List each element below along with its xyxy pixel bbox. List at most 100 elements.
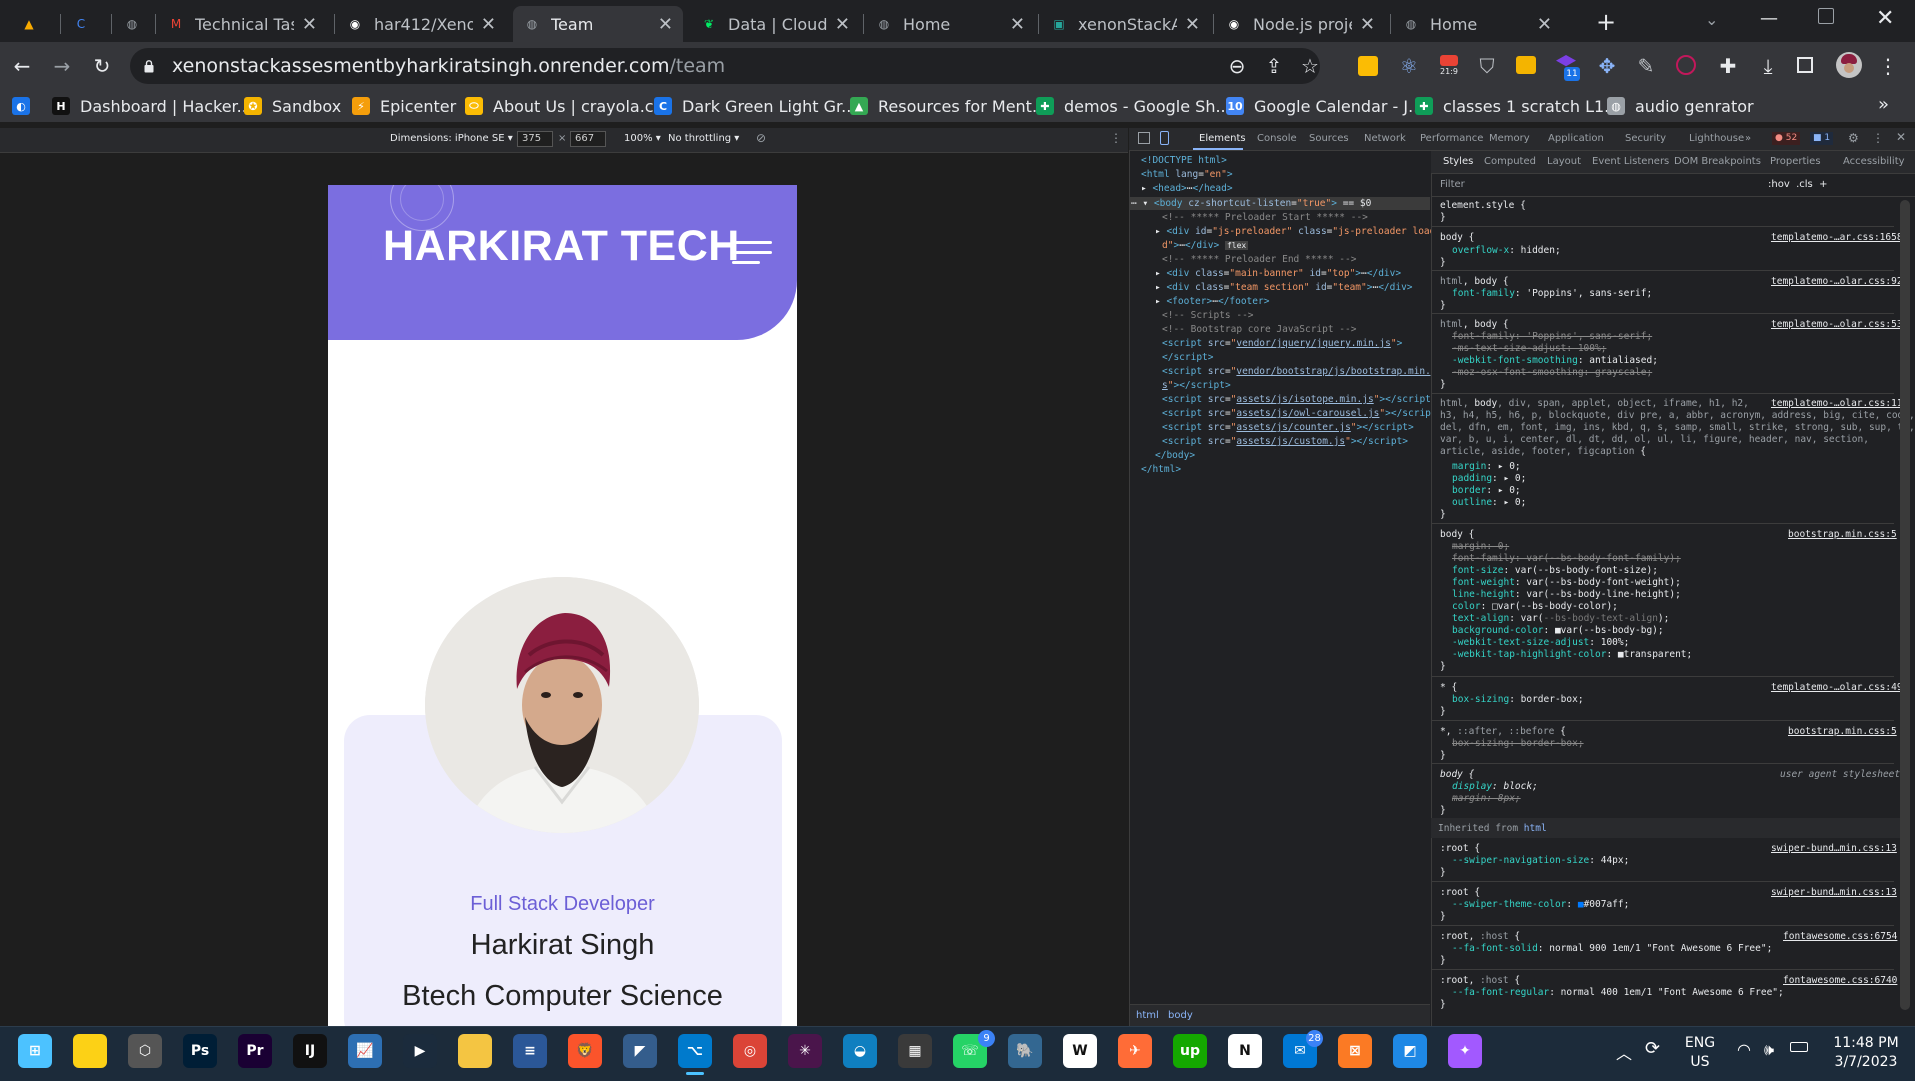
browser-tab[interactable]: C	[62, 6, 106, 42]
tab-close-icon[interactable]: ✕	[302, 14, 317, 35]
style-decl[interactable]: margin: 8px;	[1452, 793, 1521, 805]
style-decl[interactable]: outline: ▸ 0;	[1452, 497, 1526, 509]
wifi-icon[interactable]: ◠	[1737, 1040, 1751, 1059]
devtools-tab[interactable]: Sources	[1309, 133, 1349, 144]
style-decl[interactable]: box-sizing: border-box;	[1452, 738, 1584, 750]
extension-folder-icon[interactable]	[1516, 56, 1536, 74]
dom-line[interactable]: <!-- ***** Preloader Start ***** -->	[1162, 212, 1368, 224]
styles-scrollbar[interactable]	[1900, 200, 1910, 1010]
style-rule[interactable]: :root, :host {	[1440, 975, 1520, 987]
browser-tab[interactable]: ◍ Home ✕	[865, 6, 1035, 42]
zoom-select[interactable]: 100% ▾	[624, 133, 661, 144]
devtools-tab[interactable]: Application	[1548, 133, 1604, 144]
app-hexagon-icon[interactable]: ⬡	[128, 1034, 162, 1068]
style-decl[interactable]: -webkit-tap-highlight-color: ■transparen…	[1452, 649, 1692, 661]
style-decl[interactable]: border: ▸ 0;	[1452, 485, 1521, 497]
profile-avatar[interactable]	[1836, 52, 1862, 78]
extension-dropbox-icon[interactable]: ✥	[1595, 54, 1619, 78]
browser-tab[interactable]: ◍ Home ✕	[1392, 6, 1562, 42]
browser-tab[interactable]: ◉ har412/XenonS ✕	[336, 6, 506, 42]
error-counter[interactable]: ● 52	[1772, 132, 1801, 145]
figma-icon[interactable]: ✦	[1448, 1034, 1482, 1068]
tab-close-icon[interactable]: ✕	[1360, 14, 1375, 35]
extension-notes-icon[interactable]	[1358, 56, 1378, 76]
style-decl[interactable]: --fa-font-solid: normal 900 1em/1 "Font …	[1452, 943, 1772, 955]
style-rule[interactable]: html, body, div, span, applet, object, i…	[1440, 398, 1749, 410]
notion-icon[interactable]: N	[1228, 1034, 1262, 1068]
close-window-button[interactable]: ✕	[1876, 6, 1894, 31]
styles-subtab[interactable]: Styles	[1443, 156, 1473, 167]
dom-line[interactable]: s"></script>	[1162, 380, 1231, 392]
style-source[interactable]: swiper-bund…min.css:13	[1771, 887, 1897, 899]
bookmark-item[interactable]: ⚡ Epicenter	[352, 94, 456, 118]
bookmark-item[interactable]: ◍ audio genrator	[1607, 94, 1754, 118]
style-decl[interactable]: text-align: var(--bs-body-text-align);	[1452, 613, 1669, 625]
dom-line[interactable]: <script src="assets/js/counter.js"></scr…	[1162, 422, 1414, 434]
style-rule[interactable]: del, dfn, em, font, img, ins, kbd, q, s,…	[1440, 422, 1915, 434]
dom-line[interactable]: <html lang="en">	[1141, 169, 1233, 181]
file-explorer-icon[interactable]	[458, 1034, 492, 1068]
browser-tab[interactable]: ▣ xenonStackAss ✕	[1040, 6, 1210, 42]
bookmark-item[interactable]: ▲ Resources for Ment...	[850, 94, 1047, 118]
extension-graduation-icon[interactable]: 11	[1554, 53, 1580, 81]
dimensions-select[interactable]: Dimensions: iPhone SE ▾	[390, 133, 513, 144]
devtools-tab[interactable]: »	[1745, 133, 1751, 144]
style-decl[interactable]: margin: 0;	[1452, 541, 1509, 553]
browser-tab[interactable]: ▲	[10, 6, 54, 42]
style-rule[interactable]: h3, h4, h5, h6, p, blockquote, div pre, …	[1440, 410, 1915, 422]
style-decl[interactable]: --swiper-theme-color: ■#007aff;	[1452, 899, 1629, 911]
breadcrumb-body[interactable]: body	[1168, 1010, 1193, 1021]
devtools-tab[interactable]: Console	[1257, 133, 1297, 144]
style-decl[interactable]: margin: ▸ 0;	[1452, 461, 1521, 473]
dom-line[interactable]: d">⋯</div> flex	[1162, 240, 1249, 252]
bookmark-item[interactable]: ◐	[12, 94, 40, 118]
style-decl[interactable]: -ms-text-size-adjust: 100%;	[1452, 343, 1606, 355]
restore-button[interactable]	[1818, 8, 1834, 24]
extension-pen-icon[interactable]: ✎	[1634, 54, 1658, 78]
sticky-notes-icon[interactable]	[73, 1034, 107, 1068]
tab-close-icon[interactable]: ✕	[1185, 14, 1200, 35]
bookmark-item[interactable]: H Dashboard | Hacker...	[52, 94, 252, 118]
style-source[interactable]: bootstrap.min.css:5	[1788, 529, 1897, 541]
style-rule[interactable]: html, body {	[1440, 276, 1509, 288]
slack-icon[interactable]: ✳	[788, 1034, 822, 1068]
bookmark-item[interactable]: ✚ classes 1 scratch L1...	[1415, 94, 1619, 118]
style-rule[interactable]: article, aside, footer, figcaption {	[1440, 446, 1646, 458]
style-source[interactable]: templatemo-…olar.css:49	[1771, 682, 1903, 694]
url-text[interactable]: xenonstackassesmentbyharkiratsingh.onren…	[172, 55, 725, 77]
style-source[interactable]: templatemo-…olar.css:11	[1771, 398, 1903, 410]
dom-line[interactable]: ▸ <head>⋯</head>	[1141, 183, 1233, 195]
bookmark-item[interactable]: 10 Google Calendar - J...	[1226, 94, 1423, 118]
extension-react-icon[interactable]: ⚛	[1397, 54, 1421, 78]
style-decl[interactable]: padding: ▸ 0;	[1452, 473, 1526, 485]
device-width-input[interactable]: 375	[517, 131, 553, 147]
downloads-icon[interactable]: ⤓	[1756, 54, 1780, 78]
style-decl[interactable]: overflow-x: hidden;	[1452, 245, 1561, 257]
devtools-tab[interactable]: Security	[1625, 133, 1666, 144]
device-height-input[interactable]: 667	[570, 131, 606, 147]
inspect-element-icon[interactable]	[1138, 132, 1150, 144]
devtools-tab[interactable]: Memory	[1489, 133, 1530, 144]
style-decl[interactable]: font-size: var(--bs-body-font-size);	[1452, 565, 1658, 577]
office-w-icon[interactable]: W	[1063, 1034, 1097, 1068]
hamburger-menu-icon[interactable]	[732, 235, 772, 269]
bookmark-item[interactable]: ⬭ About Us | crayola.c...	[465, 94, 669, 118]
reload-icon[interactable]: ↻	[90, 54, 114, 78]
style-rule[interactable]: body {	[1440, 232, 1474, 244]
resource-monitor-icon[interactable]: 📈	[348, 1034, 382, 1068]
devtools-more-icon[interactable]: ⋮	[1872, 131, 1884, 145]
browser-tab[interactable]: ◍ Team ✕	[513, 6, 683, 42]
new-tab-button[interactable]: +	[1596, 8, 1616, 36]
style-source[interactable]: templatemo-…olar.css:53	[1771, 319, 1903, 331]
style-decl[interactable]: line-height: var(--bs-body-line-height);	[1452, 589, 1681, 601]
bookmark-item[interactable]: C Dark Green Light Gr...	[654, 94, 856, 118]
style-source[interactable]: bootstrap.min.css:5	[1788, 726, 1897, 738]
style-rule[interactable]: :root {	[1440, 843, 1480, 855]
tab-close-icon[interactable]: ✕	[835, 14, 850, 35]
dom-line[interactable]: <!DOCTYPE html>	[1141, 155, 1227, 167]
mysql-workbench-icon[interactable]: ◤	[623, 1034, 657, 1068]
dom-line[interactable]: <script src="vendor/bootstrap/js/bootstr…	[1162, 366, 1437, 378]
tab-close-icon[interactable]: ✕	[481, 14, 496, 35]
browser-tab[interactable]: ◍	[113, 6, 157, 42]
dom-line[interactable]: </html>	[1141, 464, 1181, 476]
